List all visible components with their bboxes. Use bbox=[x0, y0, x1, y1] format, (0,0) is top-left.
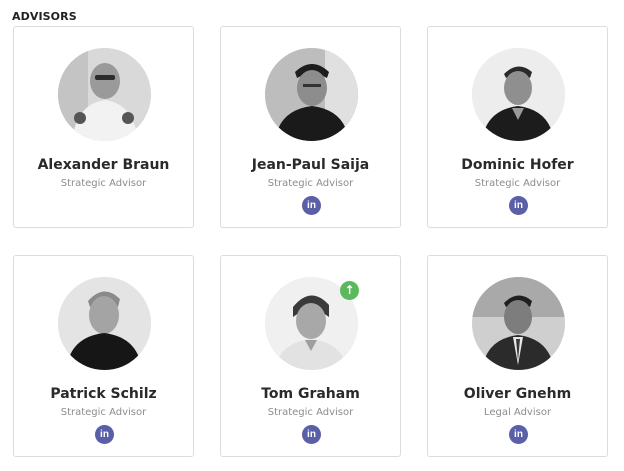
advisor-photo bbox=[472, 48, 565, 141]
advisor-name: Jean-Paul Saija bbox=[251, 157, 370, 173]
advisor-card: Patrick Schilz Strategic Advisor in bbox=[13, 255, 194, 457]
advisor-role: Legal Advisor bbox=[483, 407, 552, 418]
advisor-photo bbox=[58, 48, 151, 141]
linkedin-icon[interactable]: in bbox=[509, 425, 528, 444]
advisor-name: Patrick Schilz bbox=[50, 386, 157, 402]
advisor-role: Strategic Advisor bbox=[267, 407, 354, 418]
linkedin-icon[interactable]: in bbox=[302, 196, 321, 215]
advisor-role: Strategic Advisor bbox=[267, 178, 354, 189]
linkedin-icon[interactable]: in bbox=[95, 425, 114, 444]
section-heading: ADVISORS bbox=[12, 10, 77, 23]
advisor-role: Strategic Advisor bbox=[60, 178, 147, 189]
advisor-role: Strategic Advisor bbox=[474, 178, 561, 189]
advisor-card: ↑ Tom Graham Strategic Advisor in bbox=[220, 255, 401, 457]
advisor-card: Alexander Braun Strategic Advisor bbox=[13, 26, 194, 228]
advisor-name: Tom Graham bbox=[261, 386, 360, 402]
advisor-photo bbox=[472, 277, 565, 370]
advisor-card: Dominic Hofer Strategic Advisor in bbox=[427, 26, 608, 228]
advisor-card: Jean-Paul Saija Strategic Advisor in bbox=[220, 26, 401, 228]
advisor-photo bbox=[58, 277, 151, 370]
advisor-name: Alexander Braun bbox=[37, 157, 170, 173]
advisor-card: Oliver Gnehm Legal Advisor in bbox=[427, 255, 608, 457]
advisor-name: Oliver Gnehm bbox=[463, 386, 572, 402]
linkedin-icon[interactable]: in bbox=[509, 196, 528, 215]
arrow-up-icon: ↑ bbox=[340, 281, 359, 300]
advisor-photo bbox=[265, 48, 358, 141]
advisors-page: ADVISORS Alexander Braun Strategic Advis… bbox=[0, 0, 624, 471]
advisor-name: Dominic Hofer bbox=[461, 157, 574, 173]
advisor-role: Strategic Advisor bbox=[60, 407, 147, 418]
linkedin-icon[interactable]: in bbox=[302, 425, 321, 444]
